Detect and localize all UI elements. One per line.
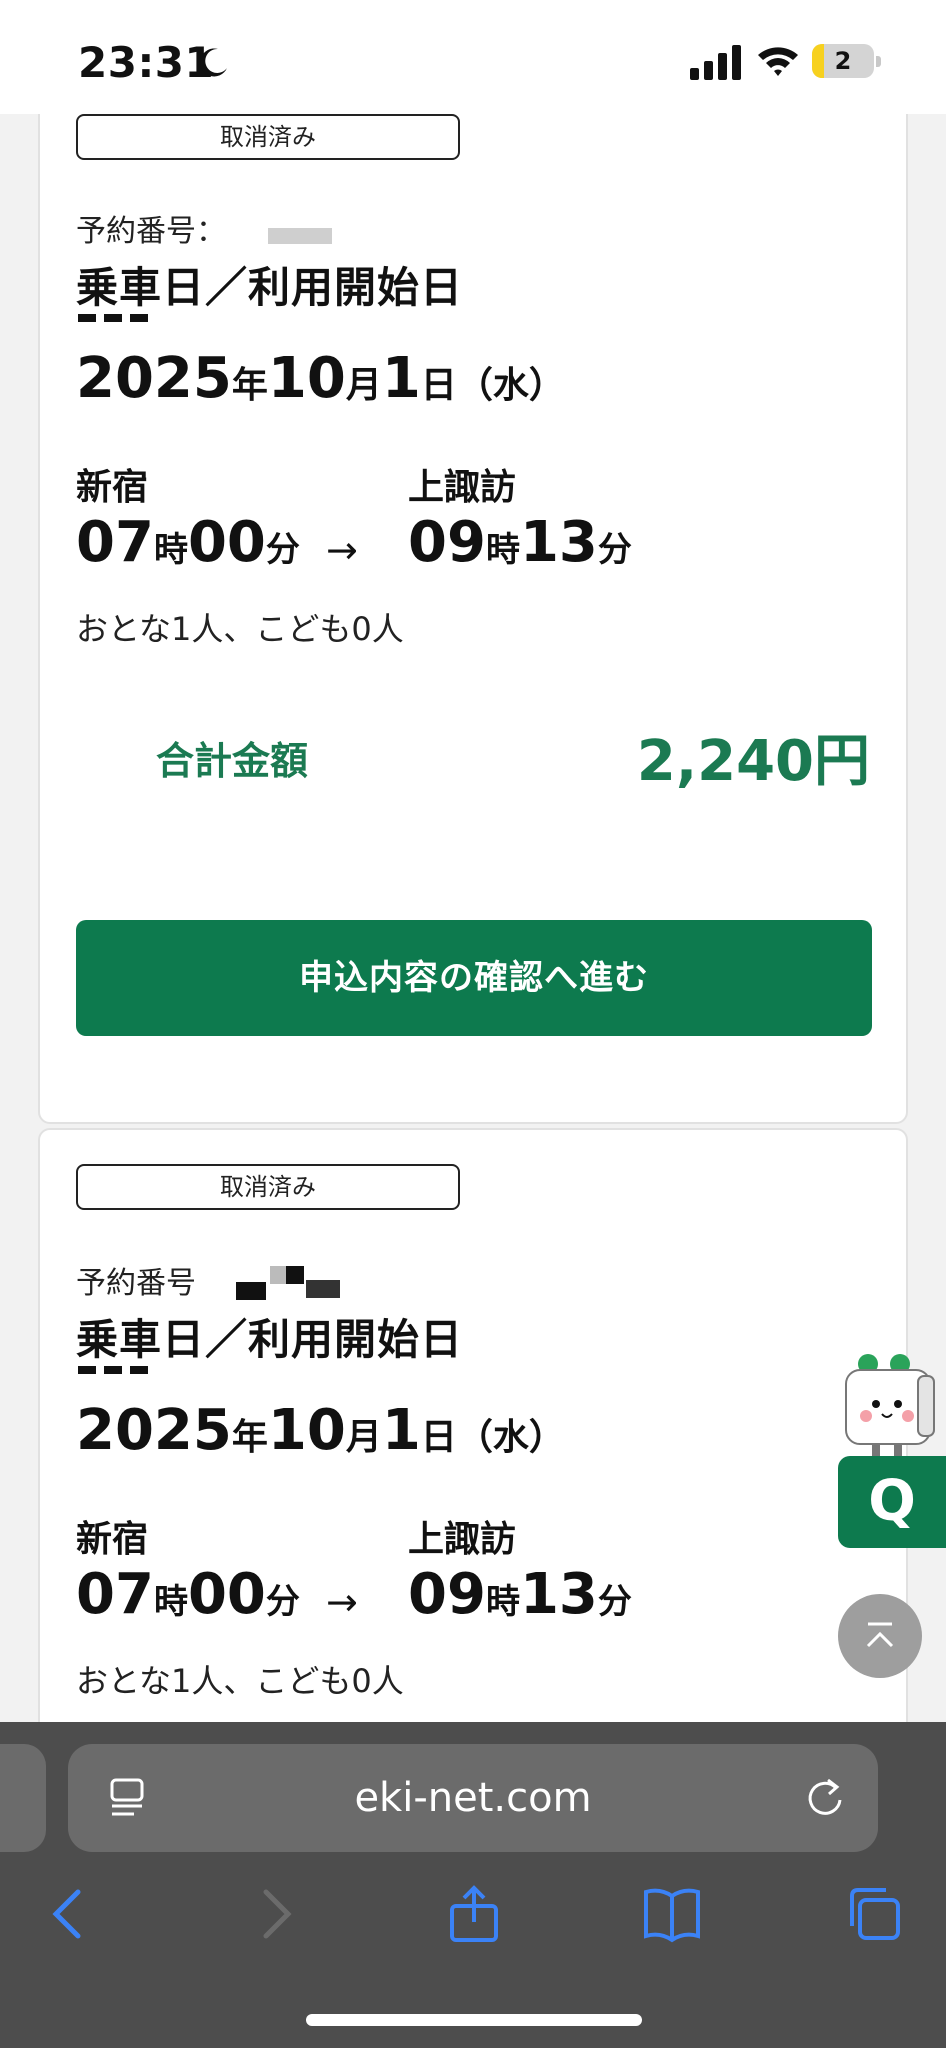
date-year: 2025	[76, 1398, 232, 1463]
date-month-unit: 月	[345, 365, 382, 406]
date-day: 1	[381, 346, 421, 411]
reload-icon[interactable]	[802, 1774, 848, 1820]
bookmarks-icon[interactable]	[642, 1884, 702, 1944]
route-arrow: →	[326, 1580, 358, 1624]
dep-hour: 07	[76, 1562, 154, 1627]
signal-icon	[690, 45, 741, 80]
dep-hour-unit: 時	[153, 530, 188, 570]
date-day-unit: 日	[420, 1417, 457, 1458]
reservation-number-label: 予約番号：	[76, 214, 226, 249]
total-amount: 2,240円	[636, 729, 870, 794]
date-day: 1	[381, 1398, 421, 1463]
url-text[interactable]: eki-net.com	[68, 1744, 878, 1852]
passenger-count: おとな1人、こども0人	[76, 1662, 404, 1700]
arr-min-unit: 分	[597, 1582, 632, 1622]
arrival-time: 09時13分	[408, 510, 632, 575]
date-year-unit: 年	[231, 365, 268, 406]
date-month: 10	[267, 346, 346, 411]
from-station: 新宿	[76, 1519, 149, 1560]
redacted-reservation-number	[306, 1280, 340, 1298]
reservation-card: 取消済み 予約番号： 乗車日／利用開始日 2025年10月1日（水） 新宿 上諏…	[38, 60, 908, 1124]
home-indicator[interactable]	[306, 2014, 642, 2026]
arr-min: 13	[519, 510, 598, 575]
date-month: 10	[267, 1398, 346, 1463]
dep-min-unit: 分	[265, 1582, 300, 1622]
heading-dashes	[78, 1366, 148, 1374]
dep-min: 00	[187, 510, 266, 575]
chevron-up-icon	[866, 1622, 894, 1648]
date-heading: 乗車日／利用開始日	[76, 263, 464, 312]
address-bar[interactable]: eki-net.com	[68, 1744, 878, 1852]
back-icon[interactable]	[40, 1884, 100, 1944]
date-day-unit: 日	[420, 365, 457, 406]
mascot-icon[interactable]	[838, 1350, 938, 1460]
heading-dashes	[78, 314, 148, 322]
total-label: 合計金額	[156, 739, 309, 783]
dep-min-unit: 分	[265, 530, 300, 570]
battery-icon: 2	[812, 44, 882, 80]
date-year: 2025	[76, 346, 232, 411]
reservation-number-label: 予約番号	[76, 1266, 196, 1301]
confirm-application-button[interactable]: 申込内容の確認へ進む	[76, 920, 872, 1036]
help-button[interactable]: Q	[838, 1456, 946, 1548]
redacted-reservation-number	[236, 1282, 266, 1300]
battery-level: 2	[834, 47, 852, 75]
status-badge: 取消済み	[76, 114, 460, 160]
redacted-reservation-number	[268, 228, 332, 244]
arr-hour: 09	[408, 510, 486, 575]
route-arrow: →	[326, 528, 358, 572]
forward-icon[interactable]	[244, 1884, 304, 1944]
date-heading: 乗車日／利用開始日	[76, 1315, 464, 1364]
departure-time: 07時00分	[76, 510, 300, 575]
date-weekday: （水）	[456, 1417, 565, 1458]
date-month-unit: 月	[345, 1417, 382, 1458]
date-weekday: （水）	[456, 365, 565, 406]
passenger-count: おとな1人、こども0人	[76, 610, 404, 648]
status-badge: 取消済み	[76, 1164, 460, 1210]
travel-date: 2025年10月1日（水）	[76, 346, 565, 411]
dep-hour-unit: 時	[153, 1582, 188, 1622]
arr-min: 13	[519, 1562, 598, 1627]
moon-icon	[200, 48, 227, 77]
tabs-icon[interactable]	[844, 1884, 904, 1944]
travel-date: 2025年10月1日（水）	[76, 1398, 565, 1463]
redacted-reservation-number	[286, 1266, 304, 1284]
status-time: 23:31	[78, 38, 215, 87]
share-icon[interactable]	[444, 1884, 504, 1944]
from-station: 新宿	[76, 467, 149, 508]
arr-hour: 09	[408, 1562, 486, 1627]
to-station: 上諏訪	[408, 467, 517, 508]
arr-hour-unit: 時	[485, 1582, 520, 1622]
scroll-top-button[interactable]	[838, 1594, 922, 1678]
status-bar: 23:31 2	[0, 0, 946, 114]
departure-time: 07時00分	[76, 1562, 300, 1627]
to-station: 上諏訪	[408, 1519, 517, 1560]
arrival-time: 09時13分	[408, 1562, 632, 1627]
date-year-unit: 年	[231, 1417, 268, 1458]
browser-toolbar: eki-net.com	[0, 1722, 946, 2048]
dep-min: 00	[187, 1562, 266, 1627]
dep-hour: 07	[76, 510, 154, 575]
arr-min-unit: 分	[597, 530, 632, 570]
previous-tab-preview[interactable]	[0, 1744, 46, 1852]
arr-hour-unit: 時	[485, 530, 520, 570]
wifi-icon	[758, 47, 798, 76]
